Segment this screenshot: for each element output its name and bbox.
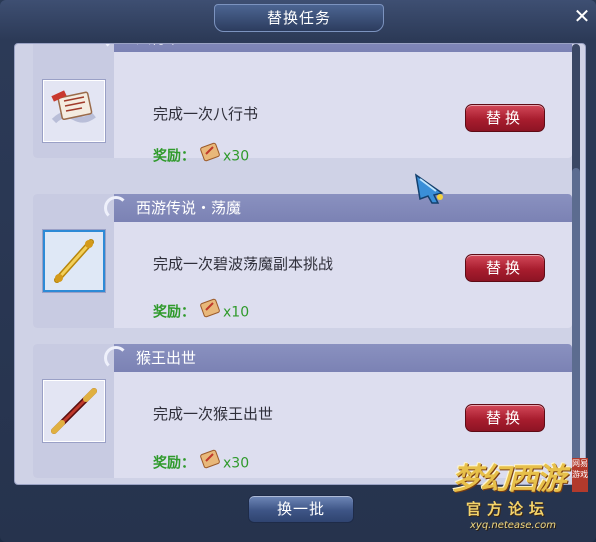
dialog-title: 替换任务 <box>214 4 384 32</box>
forum-url: xyq.netease.com <box>470 520 556 531</box>
reward-ticket-icon <box>199 141 221 172</box>
reward-count: x10 <box>223 304 250 321</box>
mouse-cursor-icon <box>412 171 452 211</box>
task-title: 猴王出世 <box>136 349 197 367</box>
letter-scroll-icon[interactable] <box>43 80 105 142</box>
reward-ticket-icon <box>199 448 221 479</box>
task-reward: 奖励： x30 <box>153 448 249 474</box>
task-list: 八行书 完成一次八行书 替换 奖励： x30 <box>14 43 586 485</box>
game-logo: 梦幻西游 <box>452 462 566 497</box>
publisher-badge: 网易游戏 <box>572 458 588 492</box>
scrollbar-thumb[interactable] <box>572 168 580 478</box>
task-description: 完成一次猴王出世 <box>153 405 274 423</box>
reward-label: 奖励： <box>153 148 195 165</box>
reward-ticket-icon <box>199 297 221 328</box>
close-button[interactable]: ✕ <box>572 6 592 26</box>
scrollbar[interactable] <box>572 44 580 482</box>
swap-button-2[interactable]: 替换 <box>465 254 545 282</box>
card-header: 八行书 <box>104 44 572 52</box>
task-title: 西游传说・荡魔 <box>136 199 242 217</box>
swap-button-3[interactable]: 替换 <box>465 404 545 432</box>
card-icon-panel <box>33 194 114 328</box>
swirl-ornament-icon <box>104 196 128 220</box>
swirl-ornament-icon <box>104 346 128 370</box>
reward-count: x30 <box>223 455 250 472</box>
refresh-batch-button[interactable]: 换一批 <box>248 495 354 523</box>
task-card-2: 西游传说・荡魔 完成一次碧波荡魔副本挑战 替换 奖励： x10 <box>33 194 572 328</box>
replace-task-dialog: 替换任务 ✕ 八行书 完成一次八行书 替换 <box>0 0 596 542</box>
task-description: 完成一次八行书 <box>153 105 259 123</box>
task-description: 完成一次碧波荡魔副本挑战 <box>153 255 334 273</box>
card-icon-panel <box>33 344 114 478</box>
reward-label: 奖励： <box>153 455 195 472</box>
card-icon-panel <box>33 44 114 158</box>
task-reward: 奖励： x10 <box>153 297 249 323</box>
task-reward: 奖励： x30 <box>153 141 249 167</box>
task-card-1: 八行书 完成一次八行书 替换 奖励： x30 <box>33 44 572 165</box>
forum-watermark: 梦幻西游 网易游戏 官方论坛 xyq.netease.com <box>450 452 596 542</box>
golden-staff-icon[interactable] <box>43 230 105 292</box>
card-header: 西游传说・荡魔 <box>104 194 572 222</box>
red-staff-icon[interactable] <box>43 380 105 442</box>
forum-subtitle: 官方论坛 <box>466 500 551 518</box>
swap-button-1[interactable]: 替换 <box>465 104 545 132</box>
task-title: 八行书 <box>136 44 181 52</box>
title-bar: 替换任务 ✕ <box>0 0 596 34</box>
reward-label: 奖励： <box>153 304 195 321</box>
reward-count: x30 <box>223 148 250 165</box>
card-header: 猴王出世 <box>104 344 572 372</box>
